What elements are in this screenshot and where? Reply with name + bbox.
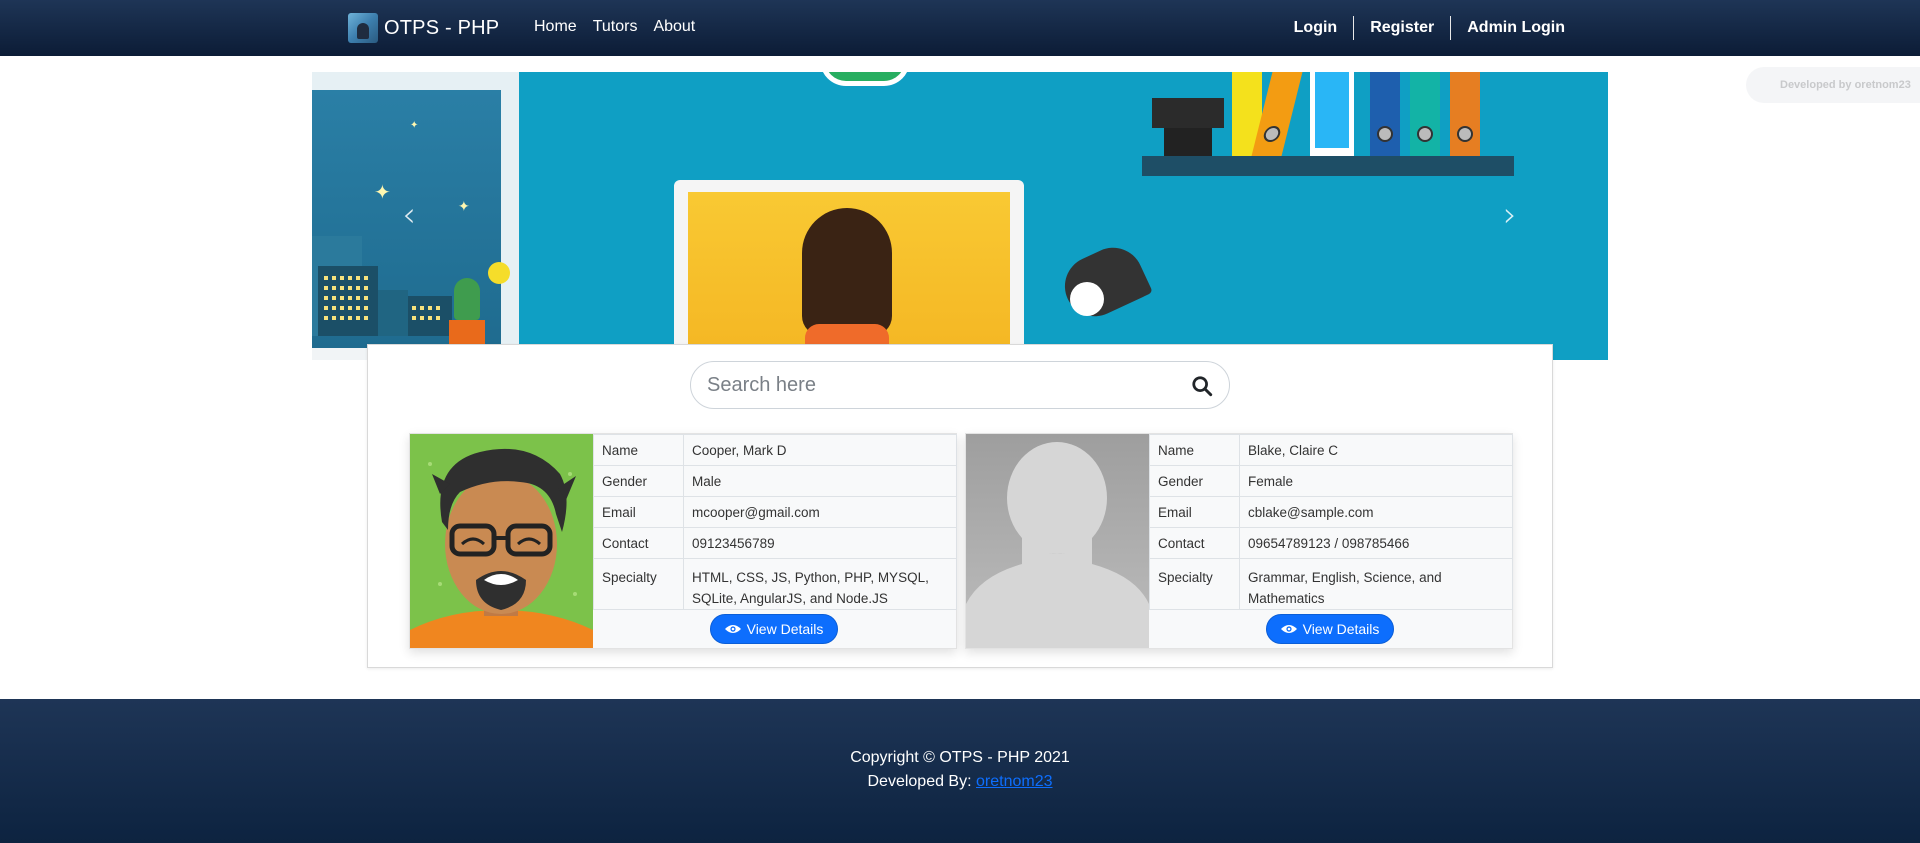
tutor-name: Cooper, Mark D [683,434,957,466]
tutor-email: mcooper@gmail.com [683,496,957,528]
nav-tutors[interactable]: Tutors [593,18,638,36]
contact-label: Contact [1149,527,1240,559]
search-bar [690,361,1230,409]
tutor-name: Blake, Claire C [1239,434,1513,466]
view-details-label: View Details [1302,621,1380,637]
footer-developed-by: Developed By: [867,773,976,790]
view-details-label: View Details [746,621,824,637]
gender-label: Gender [1149,465,1240,497]
carousel-next-button[interactable]: › [1495,198,1525,232]
view-details-button[interactable]: View Details [710,614,838,644]
tutor-gender: Male [683,465,957,497]
carousel-prev-button[interactable]: ‹ [394,198,424,232]
gender-label: Gender [593,465,684,497]
register-link[interactable]: Register [1354,19,1450,37]
tutor-contact: 09654789123 / 098785466 [1239,527,1513,559]
contact-label: Contact [593,527,684,559]
search-icon[interactable] [1191,375,1213,397]
nav-auth: Login Register Admin Login [1278,16,1565,40]
tutor-info-table: Name Cooper, Mark D Gender Male Email mcoop… [593,434,957,610]
tutor-email: cblake@sample.com [1239,496,1513,528]
tutor-specialty: HTML, CSS, JS, Python, PHP, MYSQL, SQLit… [683,558,957,610]
developer-link[interactable]: oretnom23 [976,773,1053,790]
footer-developer: Developed By: oretnom23 [0,773,1920,791]
eye-icon [724,625,741,633]
nav-home[interactable]: Home [534,18,577,36]
tutor-list-card: NameCooper, Mark D GenderMale Emailmcoop… [367,344,1553,668]
brand-logo-icon [348,13,378,43]
tutor-specialty: Grammar, English, Science, and Mathemati… [1239,558,1513,610]
name-label: Name [593,434,684,466]
email-label: Email [1149,496,1240,528]
nav-links: Home Tutors About [534,18,695,36]
footer: Copyright © OTPS - PHP 2021 Developed By… [0,699,1920,843]
nav-about[interactable]: About [653,18,695,36]
view-details-button[interactable]: View Details [1266,614,1394,644]
eye-icon [1280,625,1297,633]
specialty-label: Specialty [1149,558,1240,610]
tutor-card: Name Blake, Claire C Gender Female Email cb… [965,433,1513,649]
tutor-card: Name Cooper, Mark D Gender Male Email mcoop… [409,433,957,649]
tutor-avatar [410,434,593,648]
developer-badge[interactable]: Developed by oretnom23 [1746,67,1920,103]
tutor-contact: 09123456789 [683,527,957,559]
search-input[interactable] [707,373,1177,397]
name-label: Name [1149,434,1240,466]
navbar: OTPS - PHP Home Tutors About Login Regis… [0,0,1920,56]
admin-login-link[interactable]: Admin Login [1451,19,1565,37]
login-link[interactable]: Login [1278,19,1354,37]
email-label: Email [593,496,684,528]
tutor-info-table: Name Blake, Claire C Gender Female Email cb… [1149,434,1513,610]
brand-title: OTPS - PHP [384,16,500,39]
tutor-avatar-placeholder [966,434,1149,648]
specialty-label: Specialty [593,558,684,610]
banner-carousel: ✦ ✦ ✦ ‹ › [312,72,1608,360]
brand[interactable]: OTPS - PHP [348,13,499,43]
footer-copyright: Copyright © OTPS - PHP 2021 [850,749,1070,766]
tutor-gender: Female [1239,465,1513,497]
